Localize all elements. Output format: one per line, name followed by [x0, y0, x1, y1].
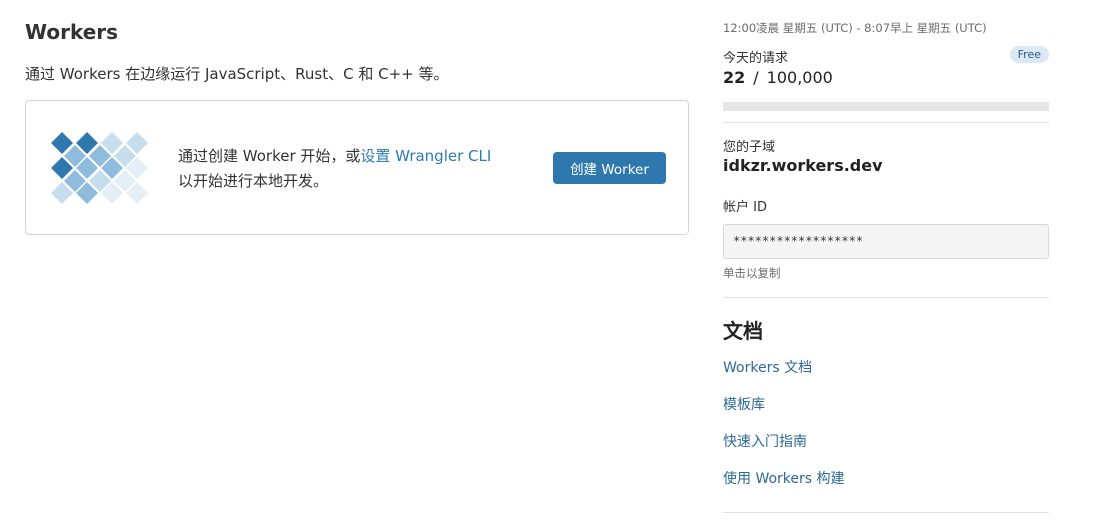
- quickstart-guide-link[interactable]: 快速入门指南: [723, 431, 807, 451]
- get-started-text-after: 以开始进行本地开发。: [178, 172, 329, 190]
- get-started-text: 通过创建 Worker 开始，或设置 Wrangler CLI 以开始进行本地开…: [178, 144, 498, 194]
- template-gallery-link[interactable]: 模板库: [723, 394, 765, 414]
- built-with-workers-link[interactable]: 使用 Workers 构建: [723, 468, 845, 488]
- account-id-label: 帐户 ID: [723, 200, 767, 215]
- requests-used: 22: [723, 68, 746, 87]
- workers-diamond-logo-icon: [51, 132, 148, 204]
- page-title: Workers: [25, 20, 119, 44]
- copy-hint: 单击以复制: [723, 266, 781, 280]
- plan-badge: Free: [1009, 46, 1049, 63]
- workers-overview-page: Workers 通过 Workers 在边缘运行 JavaScript、Rust…: [0, 0, 1100, 521]
- create-worker-button[interactable]: 创建 Worker: [553, 152, 666, 184]
- subdomain-label: 您的子域: [723, 140, 776, 155]
- wrangler-cli-link[interactable]: 设置 Wrangler CLI: [360, 147, 491, 165]
- page-subtitle: 通过 Workers 在边缘运行 JavaScript、Rust、C 和 C++…: [25, 65, 449, 83]
- divider: [723, 512, 1049, 513]
- divider: [723, 122, 1049, 123]
- requests-today-label: 今天的请求: [723, 51, 789, 66]
- workers-docs-link[interactable]: Workers 文档: [723, 357, 812, 377]
- docs-heading: 文档: [723, 319, 763, 343]
- usage-time-range: 12:00凌晨 星期五 (UTC) - 8:07早上 星期五 (UTC): [723, 21, 987, 35]
- get-started-text-before: 通过创建 Worker 开始，或: [178, 147, 361, 165]
- requests-separator: /: [753, 68, 759, 87]
- account-id-field[interactable]: ******************: [723, 224, 1049, 259]
- requests-usage-bar: [723, 102, 1049, 111]
- requests-limit: 100,000: [766, 68, 833, 87]
- divider: [723, 297, 1049, 298]
- get-started-card: 通过创建 Worker 开始，或设置 Wrangler CLI 以开始进行本地开…: [25, 100, 689, 235]
- requests-count: 22 / 100,000: [723, 68, 833, 87]
- subdomain-value: idkzr.workers.dev: [723, 156, 883, 175]
